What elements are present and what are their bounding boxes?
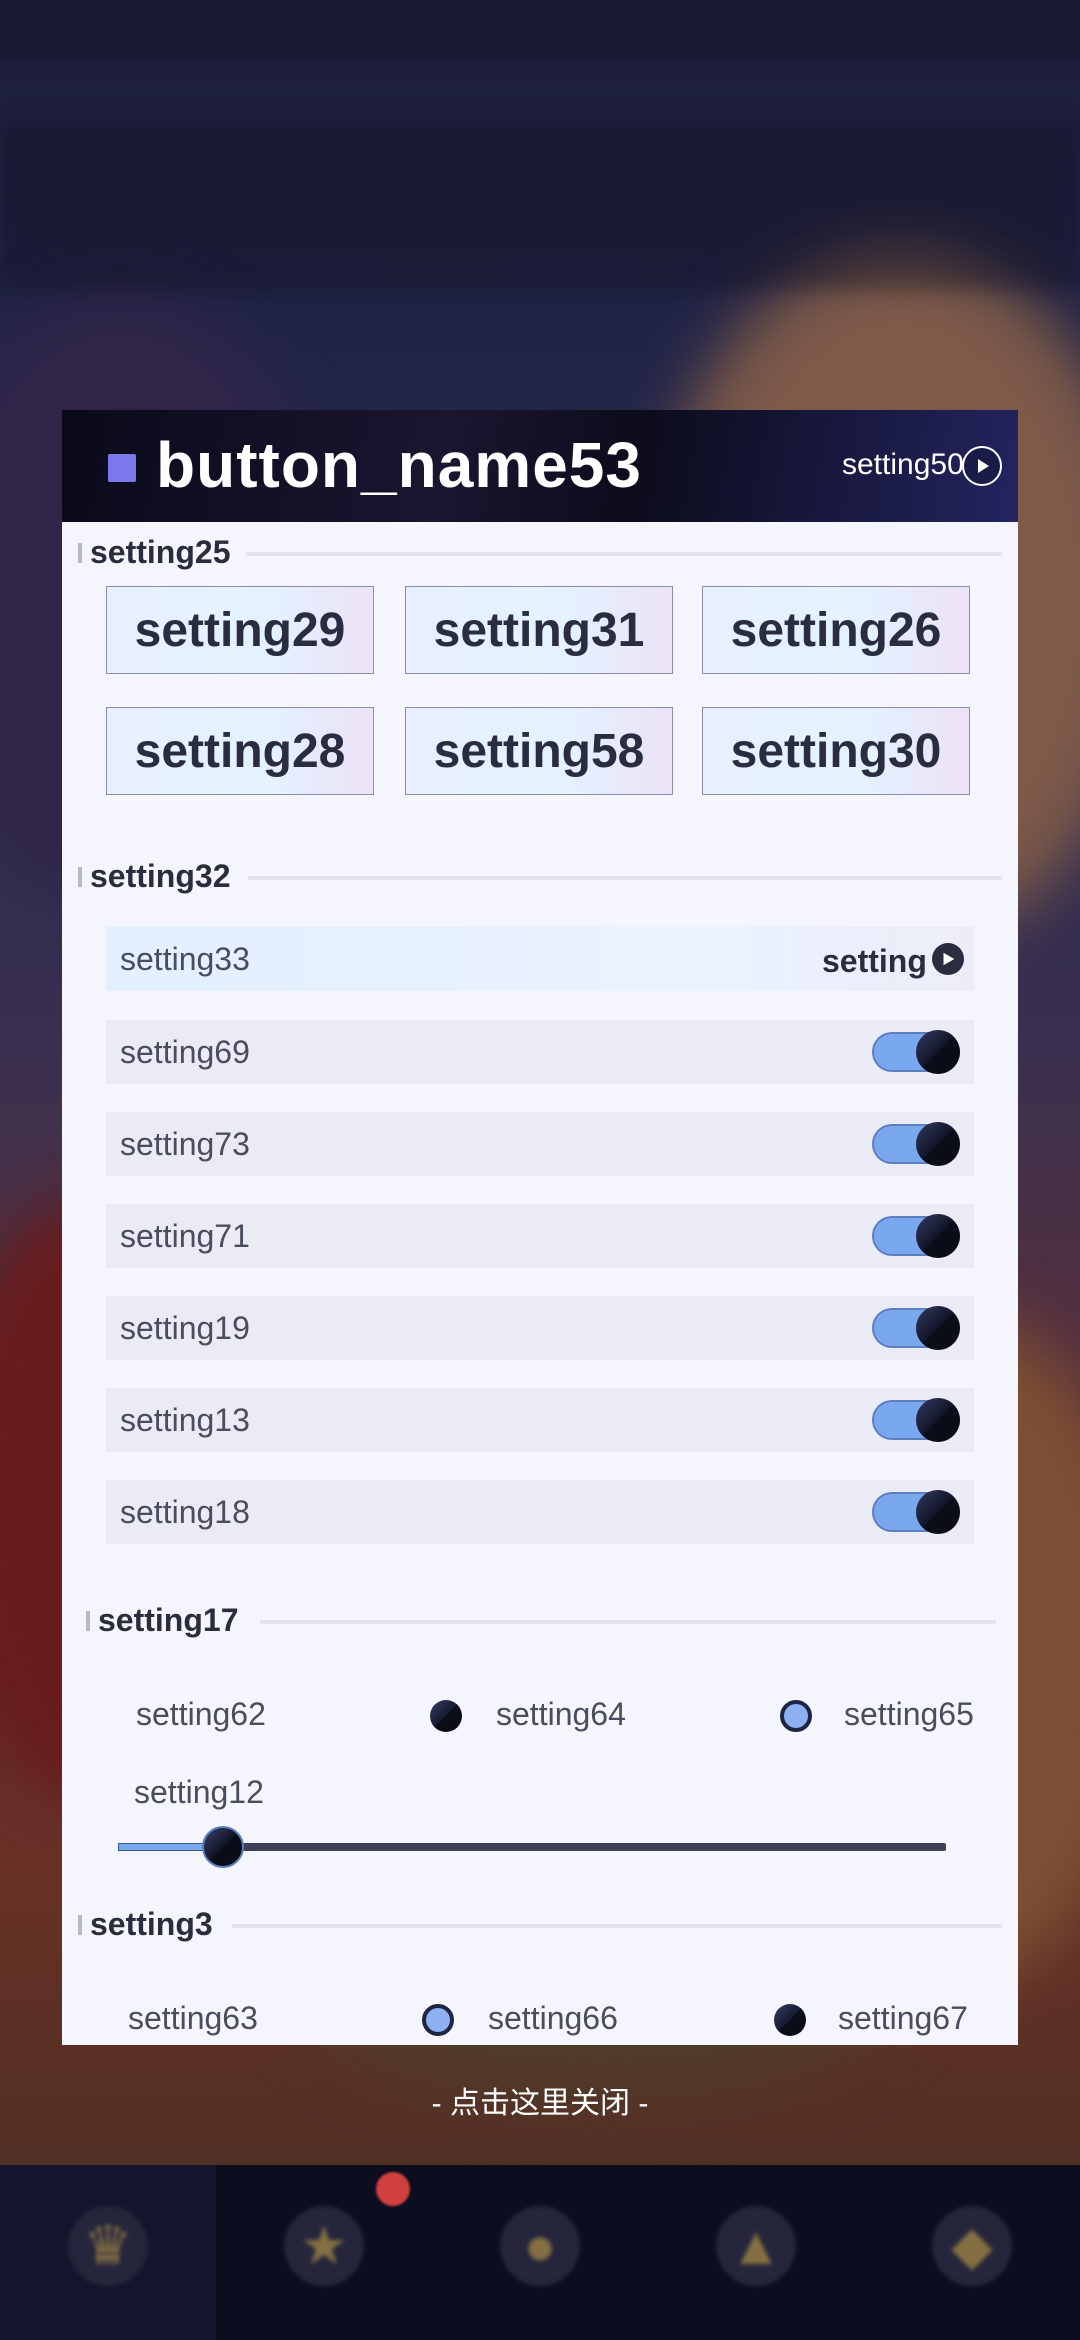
- radio-group-label: setting63: [128, 2000, 258, 2036]
- nav-tab-4[interactable]: ▲: [648, 2165, 864, 2340]
- section-title-buttons: setting25: [78, 534, 230, 571]
- toggle-knob: [916, 1306, 960, 1350]
- radio-button[interactable]: [780, 1700, 812, 1732]
- settings-panel: button_name53 setting50 setting25 settin…: [62, 410, 1018, 2045]
- section-tick: [86, 1610, 90, 1631]
- grid-button-4[interactable]: setting28: [106, 707, 374, 795]
- radio-option-label[interactable]: setting65: [844, 1696, 974, 1733]
- header-setting-label[interactable]: setting50: [842, 448, 966, 482]
- section-title-text: setting32: [90, 858, 231, 894]
- play-icon[interactable]: [962, 446, 1002, 486]
- toggle-knob: [916, 1398, 960, 1442]
- chest-icon: ◆: [932, 2205, 1012, 2286]
- nav-tab-5[interactable]: ◆: [864, 2165, 1080, 2340]
- settings-row-link[interactable]: setting33 setting: [106, 927, 974, 991]
- character-icon: ♛: [68, 2205, 148, 2286]
- radio-option-label[interactable]: setting67: [838, 2000, 968, 2037]
- toggle-row: setting18: [106, 1480, 974, 1544]
- star-icon: ★: [284, 2205, 364, 2286]
- radio-option-label[interactable]: setting66: [488, 2000, 618, 2037]
- grid-button-5[interactable]: setting58: [405, 707, 673, 795]
- toggle-row: setting19: [106, 1296, 974, 1360]
- row-label: setting71: [120, 1217, 250, 1254]
- grid-button-3[interactable]: setting26: [702, 586, 970, 674]
- row-label: setting69: [120, 1033, 250, 1070]
- section-tick: [78, 542, 82, 563]
- section-title-text: setting25: [90, 534, 231, 570]
- toggle-switch[interactable]: [872, 1030, 960, 1074]
- notification-badge: [376, 2172, 410, 2206]
- section-title-toggles: setting32: [78, 858, 230, 895]
- toggle-knob: [916, 1030, 960, 1074]
- panel-header: button_name53 setting50: [62, 410, 1018, 522]
- panel-title: button_name53: [156, 429, 642, 501]
- slider-handle[interactable]: [202, 1826, 244, 1868]
- section-title-radio: setting17: [86, 1602, 238, 1639]
- grid-button-1[interactable]: setting29: [106, 586, 374, 674]
- section-divider: [248, 876, 1002, 880]
- section-divider: [232, 1924, 1002, 1928]
- house-icon: ▲: [716, 2205, 796, 2286]
- toggle-knob: [916, 1214, 960, 1258]
- radio-button[interactable]: [422, 2004, 454, 2036]
- section-tick: [78, 1914, 82, 1935]
- title-square-icon: [108, 454, 136, 482]
- toggle-row: setting73: [106, 1112, 974, 1176]
- section-title-radio-2: setting3: [78, 1906, 213, 1943]
- radio-button-selected[interactable]: [774, 2004, 806, 2036]
- toggle-switch[interactable]: [872, 1214, 960, 1258]
- close-hint[interactable]: - 点击这里关闭 -: [0, 2078, 1080, 2122]
- toggle-switch[interactable]: [872, 1398, 960, 1442]
- grid-button-2[interactable]: setting31: [405, 586, 673, 674]
- section-divider: [260, 1620, 996, 1624]
- radio-option-label[interactable]: setting64: [496, 1696, 626, 1733]
- play-icon[interactable]: [932, 943, 964, 975]
- row-label: setting73: [120, 1125, 250, 1162]
- nav-tab-1[interactable]: ♛: [0, 2165, 216, 2340]
- toggle-row: setting71: [106, 1204, 974, 1268]
- toggle-switch[interactable]: [872, 1490, 960, 1534]
- section-divider: [246, 552, 1002, 556]
- nav-tab-3[interactable]: ●: [432, 2165, 648, 2340]
- row-label: setting13: [120, 1401, 250, 1438]
- toggle-row: setting13: [106, 1388, 974, 1452]
- grid-button-6[interactable]: setting30: [702, 707, 970, 795]
- row-right-label: setting: [822, 943, 927, 979]
- section-tick: [78, 866, 82, 887]
- toggle-knob: [916, 1122, 960, 1166]
- bottom-nav: ♛ ★ ● ▲ ◆: [0, 2165, 1080, 2340]
- toggle-row: setting69: [106, 1020, 974, 1084]
- row-label: setting18: [120, 1493, 250, 1530]
- radio-button-selected[interactable]: [430, 1700, 462, 1732]
- row-label: setting19: [120, 1309, 250, 1346]
- slider-label: setting12: [134, 1774, 264, 1810]
- radio-group-label: setting62: [136, 1696, 266, 1732]
- coin-icon: ●: [500, 2205, 580, 2286]
- toggle-switch[interactable]: [872, 1122, 960, 1166]
- section-title-text: setting17: [98, 1602, 239, 1638]
- toggle-switch[interactable]: [872, 1306, 960, 1350]
- section-title-text: setting3: [90, 1906, 213, 1942]
- row-label: setting33: [120, 940, 250, 977]
- toggle-knob: [916, 1490, 960, 1534]
